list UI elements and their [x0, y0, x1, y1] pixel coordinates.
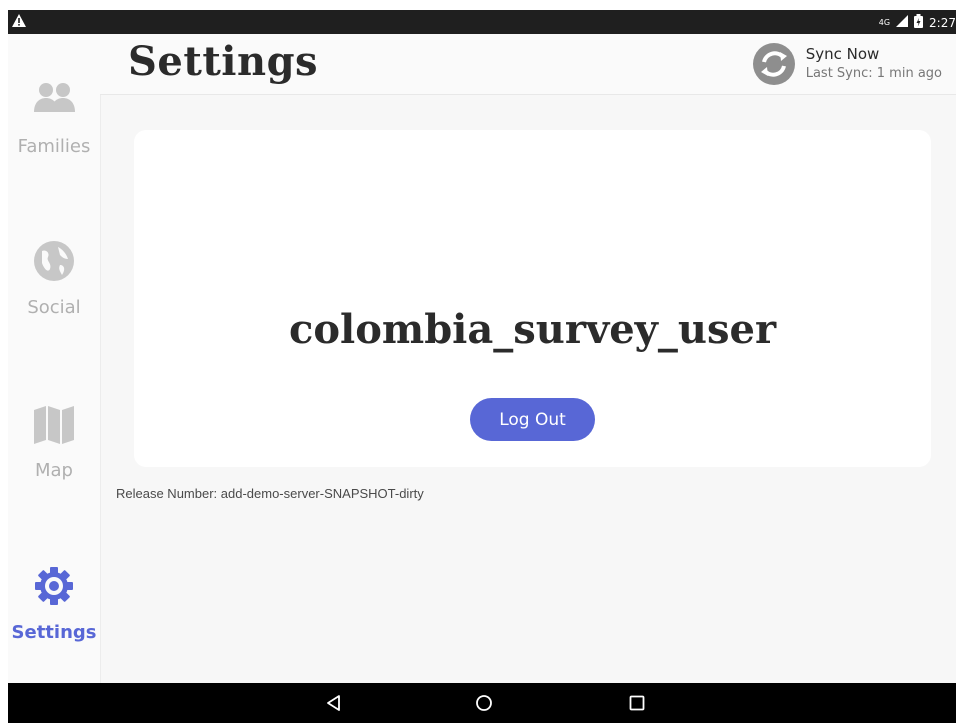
header: Settings Sync Now Last Sync: 1 min ago — [100, 34, 956, 95]
families-icon — [34, 83, 75, 112]
home-icon[interactable] — [474, 693, 494, 713]
recents-icon[interactable] — [627, 693, 647, 713]
sidebar-item-settings[interactable]: Settings — [8, 564, 100, 674]
gear-icon — [35, 567, 73, 605]
page-title: Settings — [128, 38, 319, 85]
sidebar-item-label: Social — [27, 297, 81, 318]
battery-icon — [914, 14, 924, 31]
sync-icon — [752, 43, 795, 85]
map-icon — [34, 406, 74, 444]
status-right: 4G 2:27 — [879, 14, 956, 31]
sidebar-item-label: Map — [35, 460, 73, 481]
signal-icon — [896, 15, 909, 30]
sidebar-item-map[interactable]: Map — [8, 402, 100, 512]
clock: 2:27 — [929, 15, 956, 30]
sync-now-button[interactable]: Sync Now Last Sync: 1 min ago — [752, 42, 942, 86]
sidebar-item-families[interactable]: Families — [8, 78, 100, 188]
username: colombia_survey_user — [288, 306, 777, 353]
status-bar: 4G 2:27 — [8, 10, 956, 34]
last-sync-status: Last Sync: 1 min ago — [805, 66, 942, 81]
sidebar-item-label: Settings — [11, 622, 97, 643]
log-out-button[interactable]: Log Out — [470, 398, 595, 441]
sync-title: Sync Now — [805, 45, 880, 63]
device-screen: 4G 2:27 Families Social Map Settings Set… — [8, 10, 956, 723]
sidebar-item-label: Families — [17, 136, 91, 157]
warning-triangle-icon — [12, 14, 26, 30]
system-nav-bar — [8, 683, 956, 723]
account-card: colombia_survey_user Log Out — [134, 130, 931, 467]
sidebar: Families Social Map Settings — [8, 34, 101, 683]
sync-text: Sync Now Last Sync: 1 min ago — [806, 45, 942, 83]
globe-icon — [34, 241, 74, 281]
release-number: Release Number: add-demo-server-SNAPSHOT… — [116, 486, 424, 501]
back-icon[interactable] — [324, 693, 344, 713]
network-type: 4G — [878, 18, 891, 27]
sidebar-item-social[interactable]: Social — [8, 239, 100, 349]
